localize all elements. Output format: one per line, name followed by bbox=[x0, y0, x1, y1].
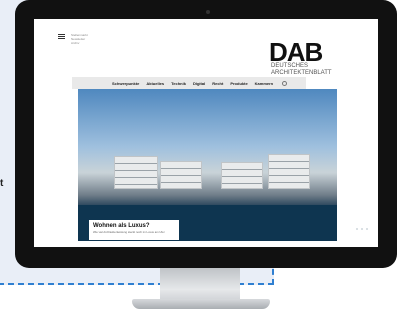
hero-teaser: Wie viel Architektenleistung steckt noch… bbox=[93, 230, 165, 234]
camera-icon bbox=[206, 10, 210, 14]
building bbox=[221, 162, 263, 189]
hamburger-menu-icon[interactable] bbox=[58, 34, 65, 39]
nav-item-kammern[interactable]: Kammern bbox=[255, 81, 273, 86]
hero-title: Wohnen als Luxus? bbox=[93, 223, 150, 229]
main-navigation: Schwerpunkte Aktuelles Technik Digital R… bbox=[72, 77, 306, 89]
hero-image[interactable] bbox=[78, 89, 337, 241]
monitor: Stellenmarkt Newsletter Archiv DAB DEUTS… bbox=[15, 0, 397, 268]
logo-subtitle-line-2: ARCHITEKTENBLATT bbox=[271, 70, 332, 76]
nav-item-aktuelles[interactable]: Aktuelles bbox=[146, 81, 164, 86]
building bbox=[160, 161, 202, 189]
screen: Stellenmarkt Newsletter Archiv DAB DEUTS… bbox=[34, 19, 378, 247]
site-logo-subtitle: DEUTSCHES ARCHITEKTENBLATT bbox=[271, 63, 332, 77]
logo-subtitle-line-1: DEUTSCHES bbox=[271, 63, 309, 69]
monitor-stand-base bbox=[132, 299, 270, 309]
carousel-dot[interactable] bbox=[366, 228, 368, 230]
carousel-dot[interactable] bbox=[361, 228, 363, 230]
building bbox=[114, 156, 158, 189]
background-text-fragment: t bbox=[0, 178, 4, 189]
nav-item-recht[interactable]: Recht bbox=[212, 81, 223, 86]
hero-caption[interactable]: Wohnen als Luxus? Wie viel Architektenle… bbox=[89, 220, 179, 240]
nav-item-schwerpunkte[interactable]: Schwerpunkte bbox=[112, 81, 139, 86]
meta-link[interactable]: Archiv bbox=[71, 41, 88, 45]
nav-item-digital[interactable]: Digital bbox=[193, 81, 205, 86]
building bbox=[268, 154, 310, 189]
carousel-dots bbox=[356, 228, 368, 230]
carousel-dot[interactable] bbox=[356, 228, 358, 230]
nav-item-produkte[interactable]: Produkte bbox=[230, 81, 247, 86]
nav-item-technik[interactable]: Technik bbox=[171, 81, 186, 86]
meta-links: Stellenmarkt Newsletter Archiv bbox=[71, 33, 88, 45]
search-icon[interactable] bbox=[282, 80, 288, 86]
